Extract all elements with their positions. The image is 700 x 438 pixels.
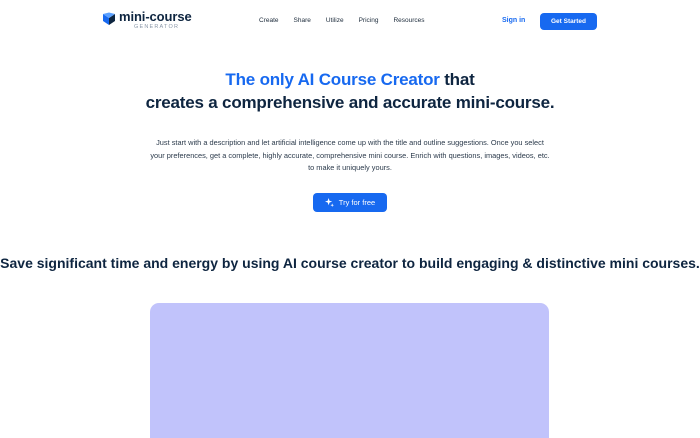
sign-in-link[interactable]: Sign in: [502, 16, 525, 26]
top-navbar: mini-course GENERATOR Create Share Utili…: [0, 0, 700, 44]
logo-icon: [103, 12, 115, 25]
hero-description: Just start with a description and let ar…: [150, 138, 550, 172]
hero-title: The only AI Course Creator that creates …: [0, 68, 700, 114]
menu-item-utilize[interactable]: Utilize: [326, 16, 344, 26]
main-menu: Create Share Utilize Pricing Resources: [259, 16, 425, 26]
hero-title-rest: that: [439, 70, 475, 89]
menu-item-resources[interactable]: Resources: [393, 16, 424, 26]
menu-item-share[interactable]: Share: [294, 16, 311, 26]
sparkle-icon: [324, 198, 334, 207]
menu-item-create[interactable]: Create: [259, 16, 279, 26]
hero-title-accent: The only AI Course Creator: [225, 70, 440, 89]
section-title: Save significant time and energy by usin…: [0, 255, 700, 271]
try-for-free-button[interactable]: Try for free: [313, 193, 387, 212]
logo-subtitle: GENERATOR: [134, 24, 180, 30]
media-panel: [150, 303, 549, 438]
hero-title-line2: creates a comprehensive and accurate min…: [145, 93, 555, 112]
try-for-free-label: Try for free: [338, 198, 376, 207]
menu-item-pricing[interactable]: Pricing: [359, 16, 379, 26]
logo[interactable]: mini-course GENERATOR: [102, 10, 192, 32]
get-started-button[interactable]: Get Started: [540, 13, 597, 30]
logo-name: mini-course: [119, 9, 192, 24]
